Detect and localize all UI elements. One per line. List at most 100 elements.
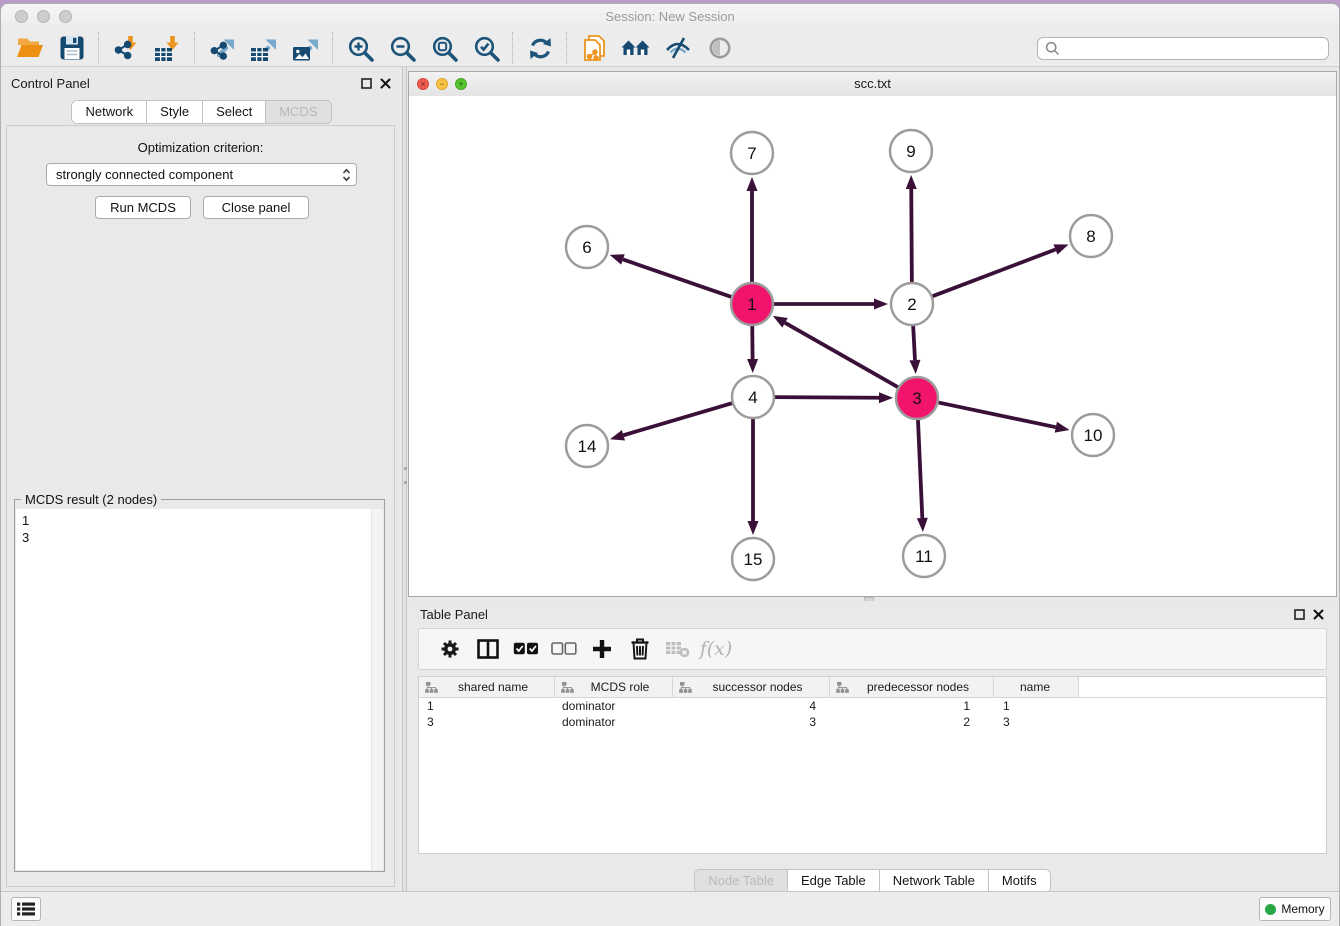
hide-panels-button[interactable]: [657, 31, 699, 65]
function-builder-icon: f(x): [700, 638, 733, 660]
graph-edge-1-6[interactable]: [610, 254, 732, 297]
criterion-select[interactable]: strongly connected component: [46, 163, 357, 186]
graph-edge-1-7[interactable]: [747, 177, 758, 283]
column-header-predecessor-nodes[interactable]: predecessor nodes: [830, 677, 994, 697]
table-settings-button[interactable]: [431, 632, 469, 666]
table-cell[interactable]: 3: [994, 715, 1079, 729]
table-cell[interactable]: 2: [830, 715, 994, 729]
graph-edge-4-3[interactable]: [774, 392, 893, 403]
table-cell[interactable]: 3: [419, 715, 555, 729]
run-mcds-button[interactable]: Run MCDS: [95, 196, 191, 219]
table-tab-node-table[interactable]: Node Table: [695, 870, 788, 892]
column-header-successor-nodes[interactable]: successor nodes: [673, 677, 830, 697]
split-panel-button[interactable]: [469, 632, 507, 666]
close-panel-button[interactable]: Close panel: [203, 196, 309, 219]
import-table-icon: [154, 35, 182, 62]
graph-edge-4-15[interactable]: [748, 418, 759, 535]
task-history-button[interactable]: [11, 897, 41, 921]
result-scrollbar[interactable]: [371, 509, 383, 870]
network-window-titlebar[interactable]: × − + scc.txt: [409, 72, 1336, 97]
graph-edge-3-11[interactable]: [917, 419, 928, 532]
graph-node-7[interactable]: 7: [731, 132, 773, 174]
table-cell[interactable]: 3: [673, 715, 830, 729]
graph-edge-2-9[interactable]: [906, 175, 917, 283]
network-canvas[interactable]: 1 2 3 4 6 7 8 9 10 11 14 15: [409, 96, 1336, 596]
import-network-button[interactable]: [105, 31, 147, 65]
control-panel-float-icon[interactable]: [361, 78, 372, 89]
tab-network[interactable]: Network: [72, 101, 147, 123]
export-image-button[interactable]: [285, 31, 327, 65]
graph-node-2[interactable]: 2: [891, 283, 933, 325]
delete-row-button[interactable]: [621, 632, 659, 666]
import-table-button[interactable]: [147, 31, 189, 65]
zoom-out-button[interactable]: [381, 31, 423, 65]
memory-button[interactable]: Memory: [1259, 897, 1331, 921]
control-panel-close-icon[interactable]: [380, 78, 391, 89]
network-from-selection-button[interactable]: [573, 31, 615, 65]
table-tab-edge-table[interactable]: Edge Table: [788, 870, 880, 892]
table-panel-float-icon[interactable]: [1294, 609, 1305, 620]
table-row[interactable]: 3dominator323: [419, 714, 1326, 730]
graph-node-9[interactable]: 9: [890, 130, 932, 172]
work-area: × − + scc.txt 1234678910111415 Table Pan…: [407, 67, 1339, 892]
export-table-button[interactable]: [243, 31, 285, 65]
table-toolbar: f(x): [418, 628, 1327, 670]
show-details-button[interactable]: [699, 31, 741, 65]
column-header-shared-name[interactable]: shared name: [419, 677, 555, 697]
apply-layout-button[interactable]: [519, 31, 561, 65]
table-cell[interactable]: dominator: [555, 715, 673, 729]
tab-style[interactable]: Style: [147, 101, 203, 123]
toolbar-separator: [332, 32, 334, 64]
graph-node-11[interactable]: 11: [903, 535, 945, 577]
graph-edge-1-2[interactable]: [773, 299, 888, 310]
zoom-in-button[interactable]: [339, 31, 381, 65]
graph-node-4[interactable]: 4: [732, 376, 774, 418]
table-cell[interactable]: 1: [994, 699, 1079, 713]
graph-edge-1-4[interactable]: [747, 325, 758, 373]
svg-text:3: 3: [912, 389, 921, 408]
table-panel-close-icon[interactable]: [1313, 609, 1324, 620]
table-cell[interactable]: 1: [830, 699, 994, 713]
cybrowser-button[interactable]: [615, 31, 657, 65]
export-network-button[interactable]: [201, 31, 243, 65]
table-cell[interactable]: 4: [673, 699, 830, 713]
main-toolbar-groups: [1, 31, 741, 65]
add-row-button[interactable]: [583, 632, 621, 666]
open-session-button[interactable]: [9, 31, 51, 65]
tab-mcds[interactable]: MCDS: [266, 101, 330, 123]
column-header-MCDS-role[interactable]: MCDS role: [555, 677, 673, 697]
graph-node-1[interactable]: 1: [731, 283, 773, 325]
graph-node-15[interactable]: 15: [732, 538, 774, 580]
table-tab-motifs[interactable]: Motifs: [989, 870, 1050, 892]
deselect-all-button[interactable]: [545, 632, 583, 666]
graph-edge-3-1[interactable]: [773, 316, 899, 388]
graph-node-14[interactable]: 14: [566, 425, 608, 467]
table-tab-network-table[interactable]: Network Table: [880, 870, 989, 892]
fit-content-button[interactable]: [423, 31, 465, 65]
search-input[interactable]: [1065, 41, 1328, 57]
cybrowser-icon: [621, 35, 651, 61]
column-header-name[interactable]: name: [994, 677, 1079, 697]
graph-node-3[interactable]: 3: [896, 377, 938, 419]
graph-node-10[interactable]: 10: [1072, 414, 1114, 456]
table-row[interactable]: 1dominator411: [419, 698, 1326, 714]
tab-select[interactable]: Select: [203, 101, 266, 123]
column-header-label: MCDS role: [576, 680, 672, 694]
graph-node-6[interactable]: 6: [566, 226, 608, 268]
table-tab-row: Node TableEdge TableNetwork TableMotifs: [408, 869, 1337, 893]
table-cell[interactable]: dominator: [555, 699, 673, 713]
search-box[interactable]: [1037, 37, 1329, 60]
graph-edge-3-10[interactable]: [938, 402, 1070, 432]
save-session-button[interactable]: [51, 31, 93, 65]
graph-node-8[interactable]: 8: [1070, 215, 1112, 257]
zoom-selected-button[interactable]: [465, 31, 507, 65]
mcds-result-text[interactable]: 1 3: [16, 509, 383, 870]
table-cell[interactable]: 1: [419, 699, 555, 713]
graph-edge-2-3[interactable]: [909, 325, 920, 374]
show-details-icon: [707, 35, 733, 61]
window-title: Session: New Session: [1, 9, 1339, 24]
graph-edge-2-8[interactable]: [932, 244, 1069, 296]
table-panel: Table Panel f(x) shared nameMCDS rolesuc…: [408, 601, 1337, 890]
select-all-button[interactable]: [507, 632, 545, 666]
graph-edge-4-14[interactable]: [610, 403, 733, 441]
